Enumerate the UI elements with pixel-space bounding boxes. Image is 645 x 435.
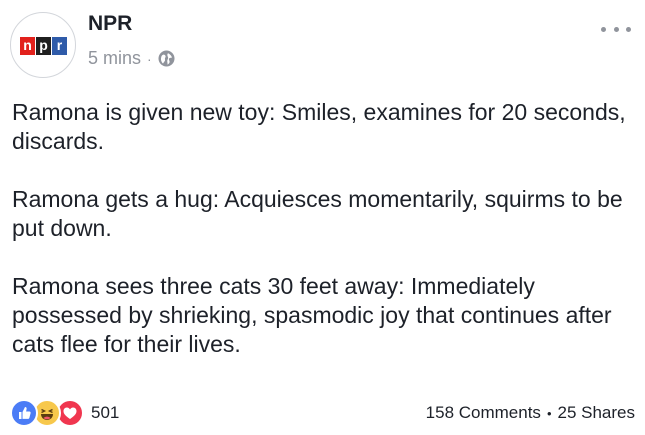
post-body: Ramona is given new toy: Smiles, examine… xyxy=(12,98,637,388)
reactions-summary[interactable]: 501 xyxy=(10,399,119,427)
reaction-count[interactable]: 501 xyxy=(91,403,119,423)
more-dot xyxy=(601,26,606,32)
post-paragraph: Ramona gets a hug: Acquiesces momentaril… xyxy=(12,186,623,241)
facebook-post: n p r NPR 5 mins · Ramona is given new t… xyxy=(0,0,645,435)
more-dot xyxy=(626,26,631,32)
page-name[interactable]: NPR xyxy=(88,12,132,36)
more-dot xyxy=(613,26,619,32)
reaction-icons xyxy=(10,399,84,427)
logo-letter-p: p xyxy=(36,37,51,55)
npr-logo: n p r xyxy=(20,37,67,55)
engagement-stats: 158 Comments • 25 Shares xyxy=(426,403,635,423)
shares-count-link[interactable]: 25 Shares xyxy=(558,403,636,423)
post-paragraph: Ramona is given new toy: Smiles, examine… xyxy=(12,99,626,154)
npr-avatar[interactable]: n p r xyxy=(10,12,76,78)
post-timestamp[interactable]: 5 mins xyxy=(88,48,141,69)
post-footer: 501 158 Comments • 25 Shares xyxy=(10,398,635,428)
stats-separator: • xyxy=(546,405,552,421)
post-paragraph: Ramona sees three cats 30 feet away: Imm… xyxy=(12,273,612,357)
logo-letter-n: n xyxy=(20,37,35,55)
more-options-icon[interactable] xyxy=(601,22,631,36)
logo-letter-r: r xyxy=(52,37,67,55)
like-icon xyxy=(10,399,38,427)
meta-separator: · xyxy=(147,50,152,67)
post-meta: 5 mins · xyxy=(88,48,175,69)
globe-icon xyxy=(158,50,175,67)
comments-count-link[interactable]: 158 Comments xyxy=(426,403,541,423)
